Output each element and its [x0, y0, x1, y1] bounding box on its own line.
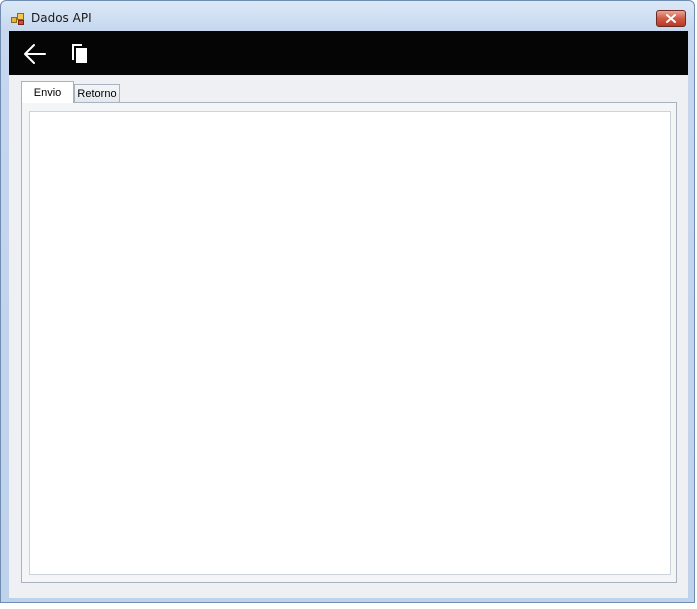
title-bar[interactable]: Dados API	[1, 1, 694, 31]
tab-retorno-label: Retorno	[77, 87, 117, 100]
back-arrow-icon	[24, 44, 46, 64]
close-icon	[666, 14, 676, 23]
tab-retorno[interactable]: Retorno	[74, 84, 120, 102]
window-title: Dados API	[31, 11, 92, 25]
close-button[interactable]	[656, 10, 686, 27]
tab-page-envio	[21, 102, 677, 583]
copy-icon	[72, 44, 87, 63]
envio-text-area[interactable]	[29, 111, 671, 575]
tab-envio-label: Envio	[33, 86, 62, 99]
copy-button[interactable]	[65, 39, 95, 69]
client-area: Envio Retorno	[9, 31, 688, 598]
tab-control: Envio Retorno	[9, 75, 688, 598]
back-button[interactable]	[20, 39, 50, 69]
app-window-icon	[11, 11, 25, 25]
toolbar	[9, 31, 688, 75]
tab-envio[interactable]: Envio	[21, 81, 74, 103]
app-window: Dados API Envio Retorno	[0, 0, 695, 603]
